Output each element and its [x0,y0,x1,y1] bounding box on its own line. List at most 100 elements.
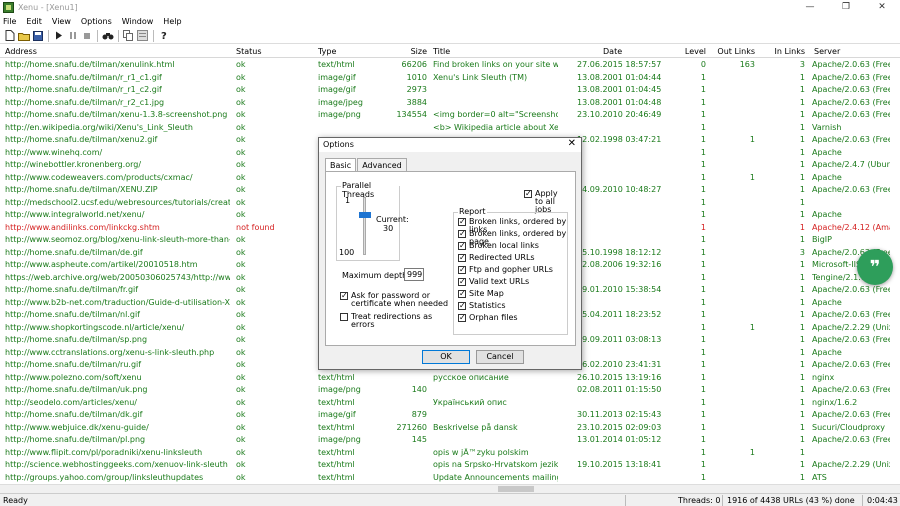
cell-status: ok [236,447,246,457]
report-option-checkbox[interactable]: Statistics [458,302,506,310]
col-date[interactable]: Date [603,47,622,56]
menu-help[interactable]: Help [163,17,181,26]
status-threads: Threads: 0 [678,496,721,505]
table-row[interactable]: http://seodelo.com/articles/xenu/ok text/… [0,397,900,410]
ask-password-checkbox[interactable]: Ask for password or certificate when nee… [340,292,455,308]
report-option-checkbox[interactable]: Valid text URLs [458,278,529,286]
horizontal-scrollbar[interactable] [0,484,900,493]
window-controls: — ❐ ✕ [792,0,900,14]
menu-edit[interactable]: Edit [26,17,42,26]
col-level[interactable]: Level [676,47,706,56]
xenu-app: Xenu - [Xenu1] — ❐ ✕ File Edit View Opti… [0,0,900,506]
cell-level: 1 [700,110,706,119]
scrollbar-thumb[interactable] [498,486,534,492]
checkbox-checked[interactable] [458,290,466,298]
close-button[interactable]: ✕ [864,0,900,14]
cancel-button[interactable]: Cancel [476,350,524,364]
table-row[interactable]: http://home.snafu.de/tilman/r_r1_c1.gif o… [0,72,900,85]
table-row[interactable]: http://home.snafu.de/tilman/r_r1_c2.gif o… [0,84,900,97]
col-type[interactable]: Type [318,47,336,56]
threads-slider-thumb[interactable] [359,212,371,219]
tab-basic[interactable]: Basic [325,158,357,172]
report-option-checkbox[interactable]: Orphan files [458,314,518,322]
col-out-links[interactable]: Out Links [716,47,755,56]
max-depth-input[interactable]: 999 [404,268,424,281]
cell-address: http://www.integralworld.net/xenu/ [5,210,145,219]
cell-in-links: 1 [799,122,805,132]
col-in-links[interactable]: In Links [759,47,805,56]
table-row[interactable]: http://home.snafu.de/tilman/uk.png ok imag… [0,384,900,397]
stop-icon[interactable] [80,29,93,42]
checkbox-checked[interactable] [458,314,466,322]
checkbox-checked[interactable] [458,302,466,310]
help-icon[interactable]: ? [157,29,170,42]
open-folder-icon[interactable] [17,29,30,42]
dialog-tabs: Basic Advanced [325,158,408,172]
status-divider [722,495,723,506]
tab-advanced[interactable]: Advanced [357,158,407,171]
status-elapsed-time: 0:04:43 [867,496,898,505]
table-row[interactable]: http://home.snafu.de/tilman/r_r2_c1.jpg o… [0,97,900,110]
save-icon[interactable] [31,29,44,42]
new-file-icon[interactable] [3,29,16,42]
cell-status: ok [236,372,246,382]
cell-in-links: 1 [799,460,805,469]
treat-redirections-checkbox[interactable]: Treat redirections as errors [340,313,455,329]
checkbox-checked[interactable] [458,242,466,250]
minimize-button[interactable]: — [792,0,828,14]
menu-window[interactable]: Window [122,17,154,26]
col-size[interactable]: Size [395,47,427,56]
menu-file[interactable]: File [3,17,16,26]
cell-address: http://home.snafu.de/tilman/dk.gif [5,410,143,419]
checkbox-unchecked[interactable] [340,313,348,321]
table-row[interactable]: http://www.webjuice.dk/xenu-guide/ok text… [0,422,900,435]
table-row[interactable]: http://groups.yahoo.com/group/linksleuth… [0,472,900,485]
cell-in-links: 1 [799,310,805,319]
report-option-checkbox[interactable]: Ftp and gopher URLs [458,266,553,274]
table-row[interactable]: http://www.polezno.com/soft/xenu ok text/h… [0,372,900,385]
table-row[interactable]: http://science.webhostinggeeks.com/xenuo… [0,459,900,472]
cell-server: Apache/2.0.63 (FreeBS [812,435,890,444]
cell-status: ok [236,210,246,219]
table-row[interactable]: http://home.snafu.de/tilman/xenu-1.3.8-s… [0,109,900,122]
ok-button[interactable]: OK [422,350,470,364]
table-row[interactable]: http://home.snafu.de/tilman/pl.png ok imag… [0,434,900,447]
cell-status: ok [236,172,246,182]
report-option-checkbox[interactable]: Redirected URLs [458,254,535,262]
checkbox-checked[interactable] [458,218,466,226]
table-row[interactable]: http://home.snafu.de/tilman/xenulink.htm… [0,59,900,72]
apply-all-jobs-checkbox[interactable]: Apply to all jobs [524,190,566,214]
table-row[interactable]: http://home.snafu.de/tilman/dk.gif ok imag… [0,409,900,422]
checkbox-checked[interactable] [524,190,532,198]
report-option-checkbox[interactable]: Broken local links [458,242,539,250]
threads-slider-track[interactable] [363,197,366,255]
col-address[interactable]: Address [5,47,37,56]
menu-options[interactable]: Options [81,17,112,26]
menu-view[interactable]: View [52,17,71,26]
cell-date: 30.11.2013 02:15:43 [577,410,662,419]
pause-icon[interactable] [66,29,79,42]
col-title[interactable]: Title [433,47,450,56]
checkbox-checked[interactable] [458,278,466,286]
properties-icon[interactable] [136,29,149,42]
checkbox-checked[interactable] [458,230,466,238]
copy-icon[interactable] [122,29,135,42]
checkbox-checked[interactable] [340,292,348,300]
col-status[interactable]: Status [236,47,262,56]
table-row[interactable]: http://en.wikipedia.org/wiki/Xenu's_Link… [0,122,900,135]
report-option-checkbox[interactable]: Site Map [458,290,504,298]
chat-quote-button[interactable]: ❞ [857,249,893,285]
dialog-close-icon[interactable]: ✕ [568,138,576,149]
col-server[interactable]: Server [814,47,840,56]
table-row[interactable]: http://www.flipit.com/pl/poradniki/xenu-… [0,447,900,460]
window-title: Xenu - [Xenu1] [18,2,78,12]
cell-level: 1 [700,185,706,194]
checkbox-checked[interactable] [458,266,466,274]
restore-button[interactable]: ❐ [828,0,864,14]
cell-in-links: 1 [799,72,805,82]
find-binoculars-icon[interactable] [101,29,114,42]
play-icon[interactable] [52,29,65,42]
cell-in-links: 1 [799,297,805,307]
slider-max-label: 100 [339,248,355,257]
checkbox-checked[interactable] [458,254,466,262]
